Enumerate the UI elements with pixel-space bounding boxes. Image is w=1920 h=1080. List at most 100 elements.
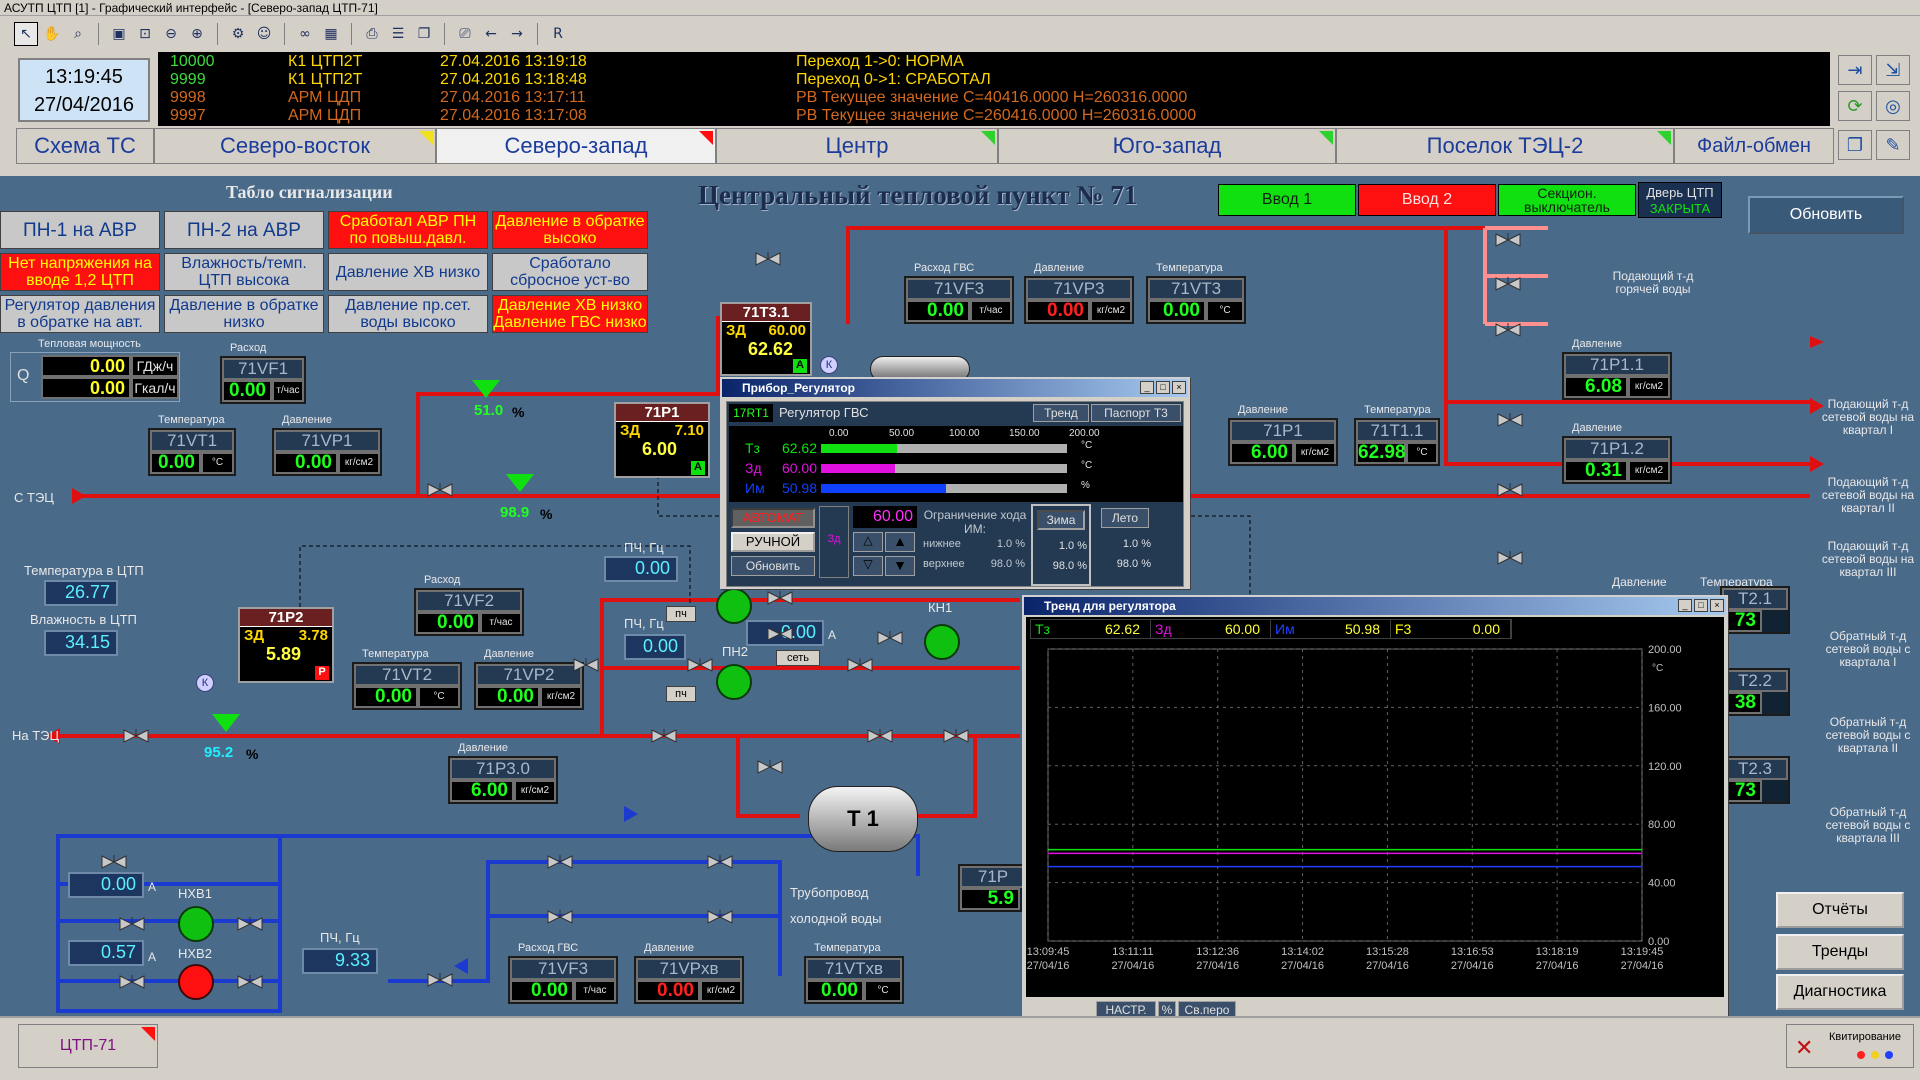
instrument-t11[interactable]: 71T1.1 62.98 °С [1354, 418, 1440, 466]
instrument-vf3a[interactable]: 71VF3 0.00 т/час [904, 276, 1014, 324]
controller-link-icon[interactable]: К [820, 356, 838, 374]
tab-tec2[interactable]: Поселок ТЭЦ-2 [1336, 128, 1674, 164]
step-up-large-icon[interactable]: ▲ [885, 532, 915, 552]
gate-valve-icon[interactable] [707, 855, 733, 869]
setpoint-value[interactable]: 60.00 [853, 506, 917, 528]
instrument-p11[interactable]: 71P1.1 6.08 кг/см2 [1562, 352, 1672, 400]
minimize-icon[interactable]: _ [1678, 599, 1692, 612]
instrument-vt2[interactable]: 71VT2 0.00 °С [352, 662, 462, 710]
trend-chart[interactable]: 200.00160.00120.0080.0040.000.00°С13:09:… [1026, 641, 1724, 997]
instrument-vp2[interactable]: 71VP2 0.00 кг/см2 [474, 662, 584, 710]
instrument-vt1[interactable]: 71VT1 0.00 °С [148, 428, 236, 476]
pointer-icon[interactable]: ↖ [14, 22, 38, 46]
legend-entry[interactable]: Зд 60.00 [1151, 620, 1271, 638]
regulator-window[interactable]: Прибор_Регулятор _ □ × 17RT1 Регулятор Г… [720, 377, 1190, 589]
instrument-vp1[interactable]: 71VP1 0.00 кг/см2 [272, 428, 382, 476]
zoom-in-icon[interactable]: ⊕ [185, 22, 209, 46]
diagnostics-button[interactable]: Диагностика [1776, 974, 1904, 1010]
list-icon[interactable]: ☰ [386, 22, 410, 46]
event-log[interactable]: 10000 К1 ЦТП2Т 27.04.2016 13:19:18 Перех… [158, 52, 1830, 126]
passport-button[interactable]: Паспорт Т3 [1091, 404, 1181, 422]
alarm-cell[interactable]: ПН-1 на АВР [0, 211, 160, 249]
windows-icon[interactable]: ❐ [412, 22, 436, 46]
winter-lower[interactable]: 1.0 % [1037, 540, 1087, 552]
back-icon[interactable]: ← [479, 22, 503, 46]
instrument-vpxv[interactable]: 71VPхв 0.00 кг/см2 [634, 956, 744, 1004]
grid-mode-button[interactable]: сеть [776, 650, 820, 666]
magnifier-icon[interactable]: ⌕ [66, 22, 90, 46]
controller-p1[interactable]: 71Р1 ЗД 7.10 6.00 А [614, 402, 710, 478]
gate-valve-icon[interactable] [767, 627, 793, 641]
alarm-cell[interactable]: Давление в обратке высоко [492, 211, 648, 249]
minimize-icon[interactable]: _ [1140, 381, 1154, 394]
tab-ctp71[interactable]: ЦТП-71 [18, 1024, 158, 1068]
trend-button[interactable]: Тренд [1033, 404, 1089, 422]
legend-entry[interactable]: Тз 62.62 [1031, 620, 1151, 638]
close-icon[interactable]: × [1710, 599, 1724, 612]
winter-upper[interactable]: 98.0 % [1037, 560, 1087, 572]
pump-pn2[interactable] [716, 664, 752, 700]
summer-lower[interactable]: 1.0 % [1101, 538, 1151, 550]
zoom-window-icon[interactable]: ⊡ [133, 22, 157, 46]
pump-kn1[interactable] [924, 624, 960, 660]
legend-entry[interactable]: F3 0.00 [1391, 620, 1511, 638]
instrument-vf1[interactable]: 71VF1 0.00 т/час [220, 356, 306, 404]
gate-valve-icon[interactable] [547, 855, 573, 869]
maximize-icon[interactable]: □ [1156, 381, 1170, 394]
instrument-p1[interactable]: 71P1 6.00 кг/см2 [1228, 418, 1338, 466]
summer-button[interactable]: Лето [1101, 508, 1149, 528]
gate-valve-icon[interactable] [1495, 233, 1521, 247]
manual-mode-button[interactable]: РУЧНОЙ [731, 532, 815, 552]
logout-icon[interactable]: ⇲ [1876, 55, 1910, 85]
gate-valve-icon[interactable] [1497, 483, 1523, 497]
alarm-cell[interactable]: Давление ХВ низко [328, 253, 488, 291]
alarm-cell[interactable]: Нет напряжения на вводе 1,2 ЦТП [0, 253, 160, 291]
gate-valve-icon[interactable] [707, 910, 733, 924]
reports-button[interactable]: Отчёты [1776, 892, 1904, 928]
gate-valve-icon[interactable] [755, 252, 781, 266]
alarm-cell[interactable]: ПН-2 на АВР [164, 211, 324, 249]
r-button[interactable]: R [546, 22, 570, 46]
instrument-vt3[interactable]: 71VT3 0.00 °С [1146, 276, 1246, 324]
gate-valve-icon[interactable] [1495, 277, 1521, 291]
gate-valve-icon[interactable] [101, 855, 127, 869]
hand-icon[interactable]: ✋ [40, 22, 64, 46]
tab-file-exchange[interactable]: Файл-обмен [1674, 128, 1834, 164]
gate-valve-icon[interactable] [119, 917, 145, 931]
summer-upper[interactable]: 98.0 % [1101, 558, 1151, 570]
gate-valve-icon[interactable] [427, 973, 453, 987]
tab-northeast[interactable]: Северо-восток [154, 128, 436, 164]
gate-valve-icon[interactable] [237, 975, 263, 989]
tank-t1[interactable]: Т 1 [808, 786, 918, 852]
gate-valve-icon[interactable] [1495, 323, 1521, 337]
acknowledge-button[interactable]: ✕ Квитирование [1786, 1024, 1914, 1068]
tab-northwest[interactable]: Северо-запад [436, 128, 716, 164]
tools-icon[interactable]: ⚙ [226, 22, 250, 46]
tab-scheme[interactable]: Схема ТС [16, 128, 154, 164]
zoom-fit-icon[interactable]: ▣ [107, 22, 131, 46]
alarm-cell[interactable]: Давление в обратке низко [164, 295, 324, 333]
alarm-cell[interactable]: Регулятор давления в обратке на авт. [0, 295, 160, 333]
controller-t31[interactable]: 71Т3.1 ЗД 60.00 62.62 А [720, 302, 812, 376]
pump-pn1[interactable] [716, 588, 752, 624]
calculator-icon[interactable]: ▦ [319, 22, 343, 46]
control-valve-1[interactable] [506, 474, 534, 492]
gate-valve-icon[interactable] [123, 729, 149, 743]
gate-valve-icon[interactable] [847, 658, 873, 672]
step-up-small-icon[interactable]: △ [853, 532, 883, 552]
instrument-vf2[interactable]: 71VF2 0.00 т/час [414, 588, 524, 636]
gate-valve-icon[interactable] [651, 729, 677, 743]
alarm-cell[interactable]: Сработало сбросное уст-во [492, 253, 648, 291]
tab-southwest[interactable]: Юго-запад [998, 128, 1336, 164]
controller-p2[interactable]: 71Р2 ЗД 3.78 5.89 Р [238, 607, 334, 683]
compass-icon[interactable]: ◎ [1876, 91, 1910, 121]
zoom-out-icon[interactable]: ⊖ [159, 22, 183, 46]
print-icon[interactable]: ⎙ [360, 22, 384, 46]
gate-valve-icon[interactable] [237, 917, 263, 931]
freq-mode-button[interactable]: пч [666, 686, 696, 702]
controller-link-icon[interactable]: К [196, 674, 214, 692]
step-down-large-icon[interactable]: ▼ [885, 556, 915, 576]
gate-valve-icon[interactable] [867, 729, 893, 743]
instrument-p12[interactable]: 71P1.2 0.31 кг/см2 [1562, 436, 1672, 484]
gate-valve-icon[interactable] [1497, 551, 1523, 565]
